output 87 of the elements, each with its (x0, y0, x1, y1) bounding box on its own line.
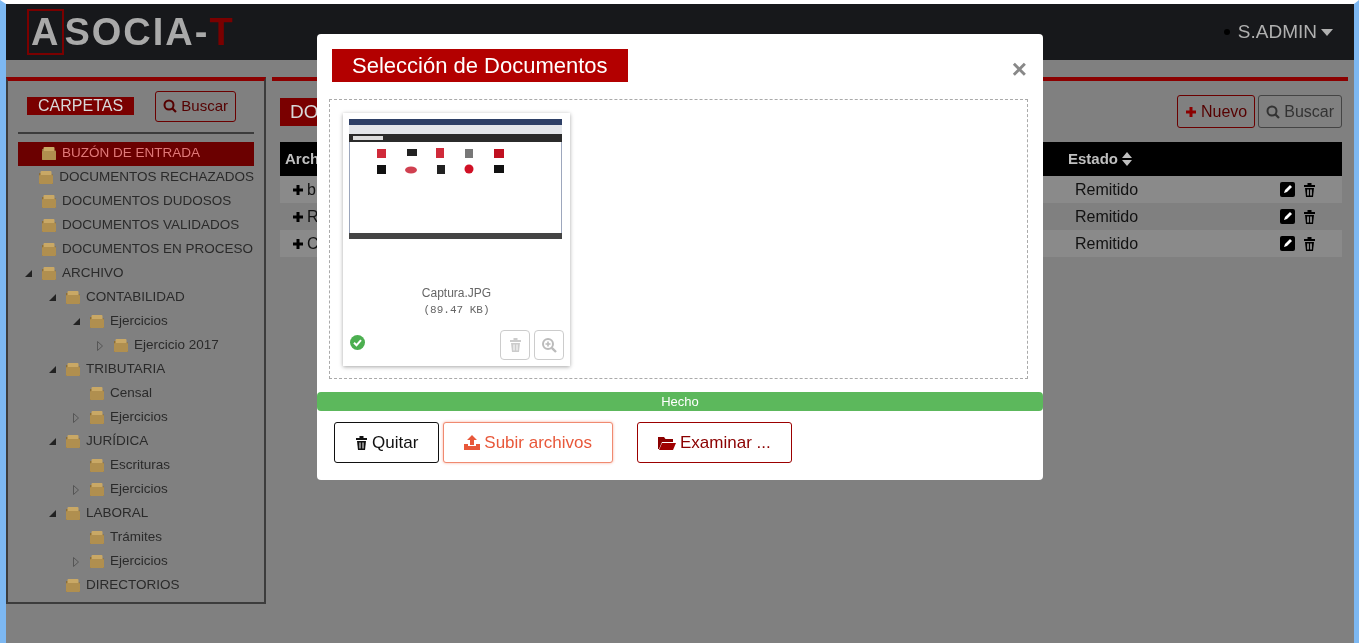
folder-icon (88, 481, 106, 498)
table-cell-text: Remitido (1074, 179, 1140, 200)
folder-icon (64, 289, 82, 306)
tree-item[interactable]: Ejercicio 2017 (18, 333, 254, 358)
collapsed-icon (73, 484, 79, 495)
tree-item[interactable]: Ejercicios (18, 477, 254, 502)
tree-item[interactable]: LABORAL (18, 501, 254, 526)
tree-item[interactable]: BUZÓN DE ENTRADA (18, 141, 254, 166)
expand-icon[interactable] (292, 238, 303, 249)
collapsed-icon (73, 412, 79, 423)
panel-title: CARPETAS (27, 97, 135, 116)
collapsed-icon (73, 556, 79, 567)
trash-icon (355, 435, 368, 450)
table-cell-text: Remitido (1074, 206, 1140, 227)
expanded-icon (48, 438, 56, 445)
table-cell-text: R (307, 206, 319, 227)
folder-icon (40, 265, 58, 282)
search-icon (163, 99, 178, 114)
zoom-in-icon (541, 337, 557, 353)
new-button[interactable]: Nuevo (1176, 95, 1256, 128)
expanded-icon (48, 366, 56, 373)
folder-icon (40, 241, 58, 258)
plus-icon (1184, 105, 1197, 118)
expanded-icon (48, 294, 56, 301)
tree-item[interactable]: Ejercicios (18, 549, 254, 574)
folder-icon (64, 505, 82, 522)
column-header[interactable]: Estado (1055, 147, 1342, 171)
edit-icon[interactable] (1280, 209, 1295, 224)
tree-item[interactable]: ARCHIVO (18, 261, 254, 286)
folder-icon (658, 435, 676, 450)
user-menu[interactable]: S.ADMIN (1237, 17, 1333, 47)
folder-icon (88, 529, 106, 546)
collapsed-icon (97, 340, 103, 351)
trash-icon[interactable] (1303, 209, 1316, 224)
edit-icon[interactable] (1280, 182, 1295, 197)
tree-item[interactable]: DOCUMENTOS DUDOSOS (18, 189, 254, 214)
folder-icon (88, 457, 106, 474)
tree-item[interactable]: Trámites (18, 525, 254, 550)
tree-item[interactable]: Ejercicios (18, 405, 254, 430)
trash-icon[interactable] (1303, 236, 1316, 251)
progress-fill: Hecho (317, 392, 1043, 411)
table-cell-text: b (307, 179, 316, 200)
action-button[interactable]: Subir archivos (443, 422, 613, 463)
folder-icon (40, 193, 58, 210)
table-cell-text: Remitido (1074, 233, 1140, 254)
trash-icon[interactable] (1303, 182, 1316, 197)
tree-item[interactable]: TRIBUTARIA (18, 357, 254, 382)
file-name: Captura.JPG (420, 285, 493, 302)
folder-icon (88, 553, 106, 570)
tree-item[interactable]: Escrituras (18, 453, 254, 478)
folder-icon (112, 337, 130, 354)
folder-icon (64, 577, 82, 594)
tree-item[interactable]: CONTABILIDAD (18, 285, 254, 310)
sort-icon (1122, 152, 1132, 166)
close-button[interactable]: × (1011, 56, 1027, 82)
search-button[interactable]: Buscar (155, 91, 236, 122)
trash-icon (508, 338, 522, 352)
folder-icon (64, 361, 82, 378)
tree-item[interactable]: Censal (18, 381, 254, 406)
folder-icon (88, 409, 106, 426)
action-button[interactable]: Examinar ... (637, 422, 792, 463)
folder-icon (64, 433, 82, 450)
edit-icon[interactable] (1280, 236, 1295, 251)
folder-icon (88, 385, 106, 402)
action-button[interactable]: Quitar (334, 422, 440, 463)
tree-item[interactable]: JURÍDICA (18, 429, 254, 454)
folder-icon (40, 217, 58, 234)
upload-icon (464, 435, 481, 450)
expanded-icon (24, 270, 32, 277)
folder-icon (40, 145, 58, 162)
expand-icon[interactable] (292, 211, 303, 222)
expanded-icon (48, 510, 56, 517)
tree-item[interactable]: Ejercicios (18, 309, 254, 334)
caret-icon (1321, 28, 1333, 36)
tree-item[interactable]: DOCUMENTOS RECHAZADOS (18, 165, 254, 190)
tree-item[interactable]: DOCUMENTOS EN PROCESO (18, 237, 254, 262)
modal-title: Selección de Documentos (332, 49, 628, 82)
tree-item[interactable]: DOCUMENTOS VALIDADOS (18, 213, 254, 238)
folder-icon (37, 169, 56, 186)
search-button[interactable]: Buscar (1258, 95, 1342, 128)
file-size: (89.47 KB) (422, 303, 491, 318)
tree-item[interactable]: DIRECTORIOS (18, 573, 254, 598)
search-icon (1266, 104, 1281, 119)
folder-icon (88, 313, 106, 330)
bullet-icon (1223, 29, 1230, 35)
expanded-icon (72, 318, 80, 325)
expand-icon[interactable] (292, 184, 303, 195)
